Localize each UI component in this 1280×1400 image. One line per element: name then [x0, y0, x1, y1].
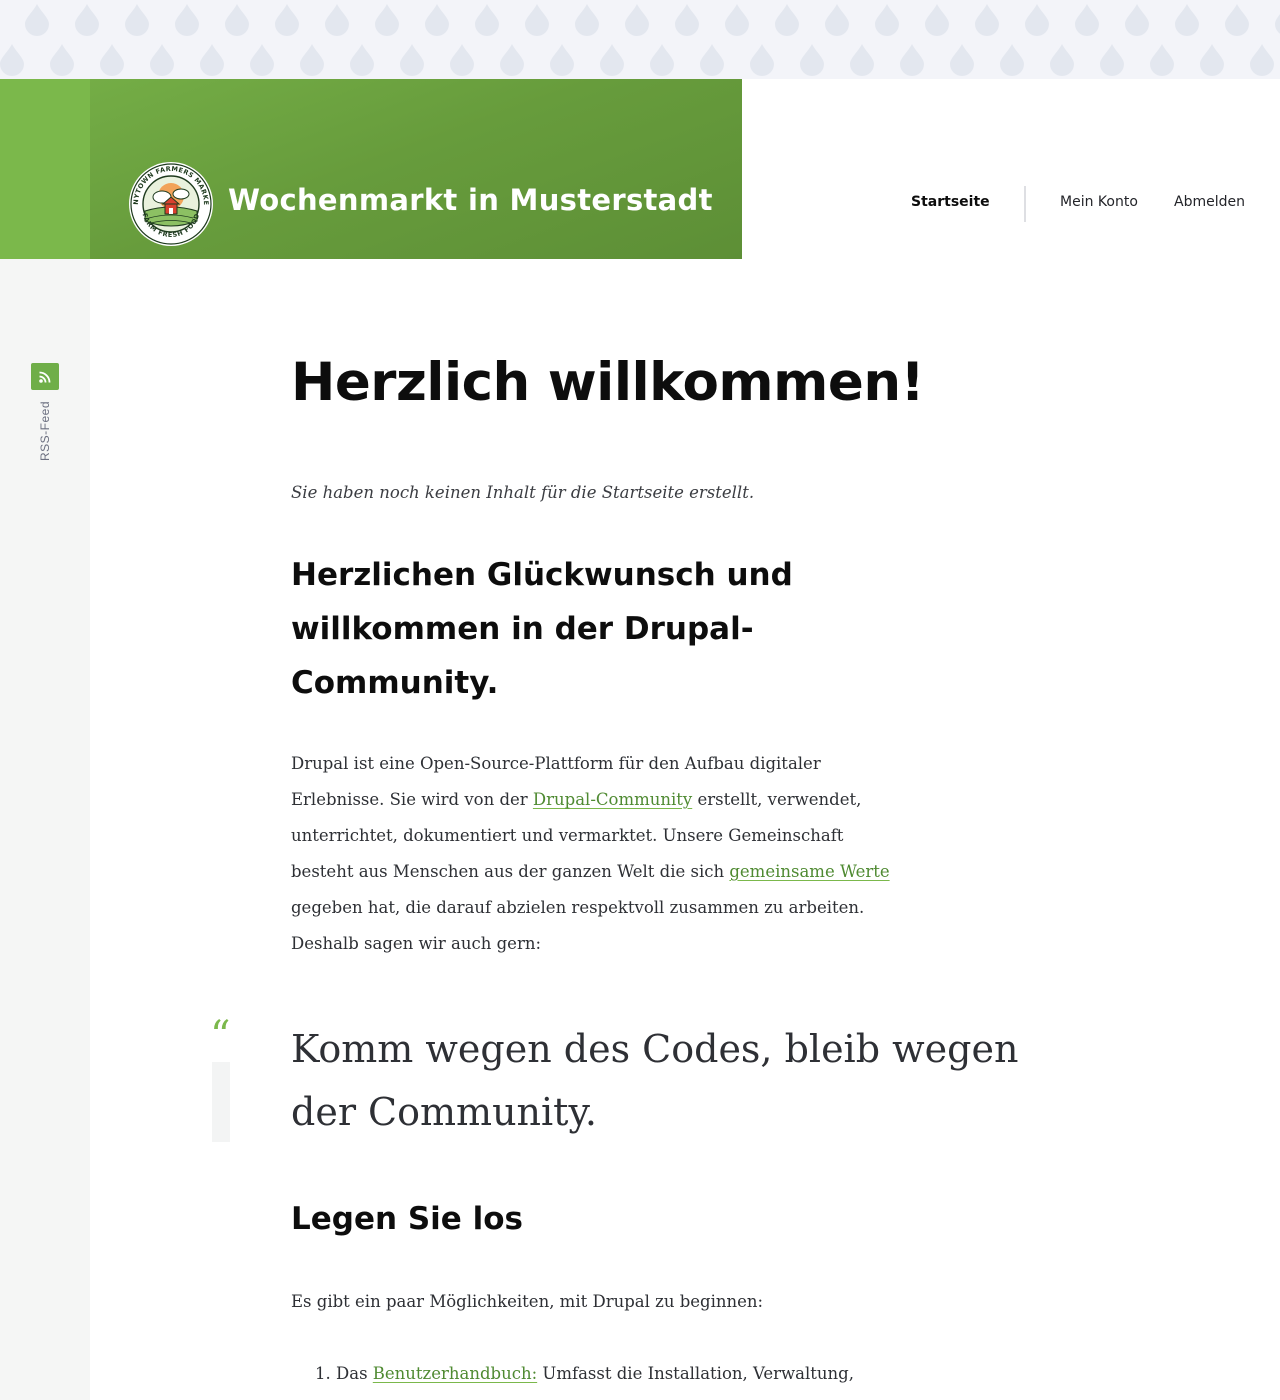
raindrop-pattern-mark	[725, 4, 749, 36]
nav-item-mein-konto[interactable]: Mein Konto	[1060, 194, 1138, 210]
raindrop-pattern-mark	[675, 4, 699, 36]
page-title: Herzlich willkommen!	[291, 352, 925, 413]
get-started-heading: Legen Sie los	[291, 1201, 524, 1237]
raindrop-pattern-mark	[550, 44, 574, 76]
blockquote: Komm wegen des Codes, bleib wegen der Co…	[291, 1027, 1019, 1134]
raindrop-pattern-mark	[1250, 44, 1274, 76]
intro-paragraph: Drupal ist eine Open-Source-Plattform fü…	[291, 746, 901, 962]
raindrop-pattern-mark	[750, 44, 774, 76]
raindrop-pattern-mark	[1000, 44, 1024, 76]
header-pattern-band	[0, 0, 1280, 79]
raindrop-pattern-mark	[1175, 4, 1199, 36]
list-item-prefix: Das	[336, 1364, 373, 1383]
rss-feed-label[interactable]: RSS-Feed	[38, 401, 52, 461]
raindrop-pattern-mark	[600, 44, 624, 76]
raindrop-pattern-mark	[775, 4, 799, 36]
main-navigation: Startseite Mein Konto Abmelden	[0, 186, 1280, 222]
list-item: 1. Das Benutzerhandbuch: Umfasst die Ins…	[315, 1364, 915, 1383]
raindrop-pattern-mark	[575, 4, 599, 36]
list-item-number: 1.	[315, 1364, 331, 1383]
raindrop-pattern-mark	[850, 44, 874, 76]
raindrop-pattern-mark	[1025, 4, 1049, 36]
nav-divider	[1024, 186, 1026, 222]
raindrop-pattern	[0, 4, 1280, 76]
raindrop-pattern-mark	[275, 4, 299, 36]
raindrop-pattern-mark	[975, 4, 999, 36]
raindrop-pattern-mark	[1125, 4, 1149, 36]
empty-frontpage-note: Sie haben noch keinen Inhalt für die Sta…	[291, 483, 755, 502]
raindrop-pattern-mark	[0, 44, 24, 76]
get-started-intro: Es gibt ein paar Möglichkeiten, mit Drup…	[291, 1292, 764, 1311]
quote-decoration-bar	[212, 1062, 230, 1142]
raindrop-pattern-mark	[1275, 14, 1280, 34]
raindrop-pattern-mark	[1075, 4, 1099, 36]
raindrop-pattern-mark	[225, 4, 249, 36]
nav-item-abmelden[interactable]: Abmelden	[1174, 194, 1245, 210]
raindrop-pattern-mark	[450, 44, 474, 76]
list-item-text: Umfasst die Installation, Verwaltung,	[537, 1364, 854, 1383]
raindrop-pattern-mark	[475, 4, 499, 36]
raindrop-pattern-mark	[875, 4, 899, 36]
raindrop-pattern-mark	[50, 44, 74, 76]
raindrop-pattern-mark	[500, 44, 524, 76]
congrats-heading: Herzlichen Glückwunsch und willkommen in…	[291, 557, 793, 701]
raindrop-pattern-mark	[425, 4, 449, 36]
raindrop-pattern-mark	[1100, 44, 1124, 76]
raindrop-pattern-mark	[700, 44, 724, 76]
raindrop-pattern-mark	[525, 4, 549, 36]
get-started-list: 1. Das Benutzerhandbuch: Umfasst die Ins…	[315, 1364, 915, 1383]
site-branding: ANYTOWN FARMERS MARKET FARM FRESH FOOD W…	[90, 79, 742, 259]
gemeinsame-werte-link[interactable]: gemeinsame Werte	[729, 862, 889, 881]
drupal-community-link[interactable]: Drupal-Community	[533, 790, 692, 809]
raindrop-pattern-mark	[175, 4, 199, 36]
raindrop-pattern-mark	[200, 44, 224, 76]
intro-text-3: gegeben hat, die darauf abzielen respekt…	[291, 898, 865, 953]
raindrop-pattern-mark	[900, 44, 924, 76]
rss-feed-button[interactable]	[31, 363, 59, 390]
raindrop-pattern-mark	[925, 4, 949, 36]
raindrop-pattern-mark	[375, 4, 399, 36]
nav-item-startseite[interactable]: Startseite	[911, 194, 990, 210]
header-accent-strip	[0, 79, 90, 259]
raindrop-pattern-mark	[300, 44, 324, 76]
raindrop-pattern-mark	[825, 4, 849, 36]
raindrop-pattern-mark	[625, 4, 649, 36]
raindrop-pattern-mark	[950, 44, 974, 76]
raindrop-pattern-mark	[25, 4, 49, 36]
raindrop-pattern-mark	[100, 44, 124, 76]
raindrop-pattern-mark	[250, 44, 274, 76]
raindrop-pattern-mark	[400, 44, 424, 76]
raindrop-pattern-mark	[1200, 44, 1224, 76]
raindrop-pattern-mark	[350, 44, 374, 76]
raindrop-pattern-mark	[75, 4, 99, 36]
raindrop-pattern-mark	[1050, 44, 1074, 76]
raindrop-pattern-mark	[800, 44, 824, 76]
quote-mark-icon: “	[210, 1013, 231, 1059]
rss-icon	[39, 371, 51, 383]
raindrop-pattern-mark	[650, 44, 674, 76]
raindrop-pattern-mark	[1225, 4, 1249, 36]
benutzerhandbuch-link[interactable]: Benutzerhandbuch:	[373, 1364, 537, 1383]
raindrop-pattern-mark	[325, 4, 349, 36]
raindrop-pattern-mark	[150, 44, 174, 76]
raindrop-pattern-mark	[125, 4, 149, 36]
raindrop-pattern-mark	[1150, 44, 1174, 76]
